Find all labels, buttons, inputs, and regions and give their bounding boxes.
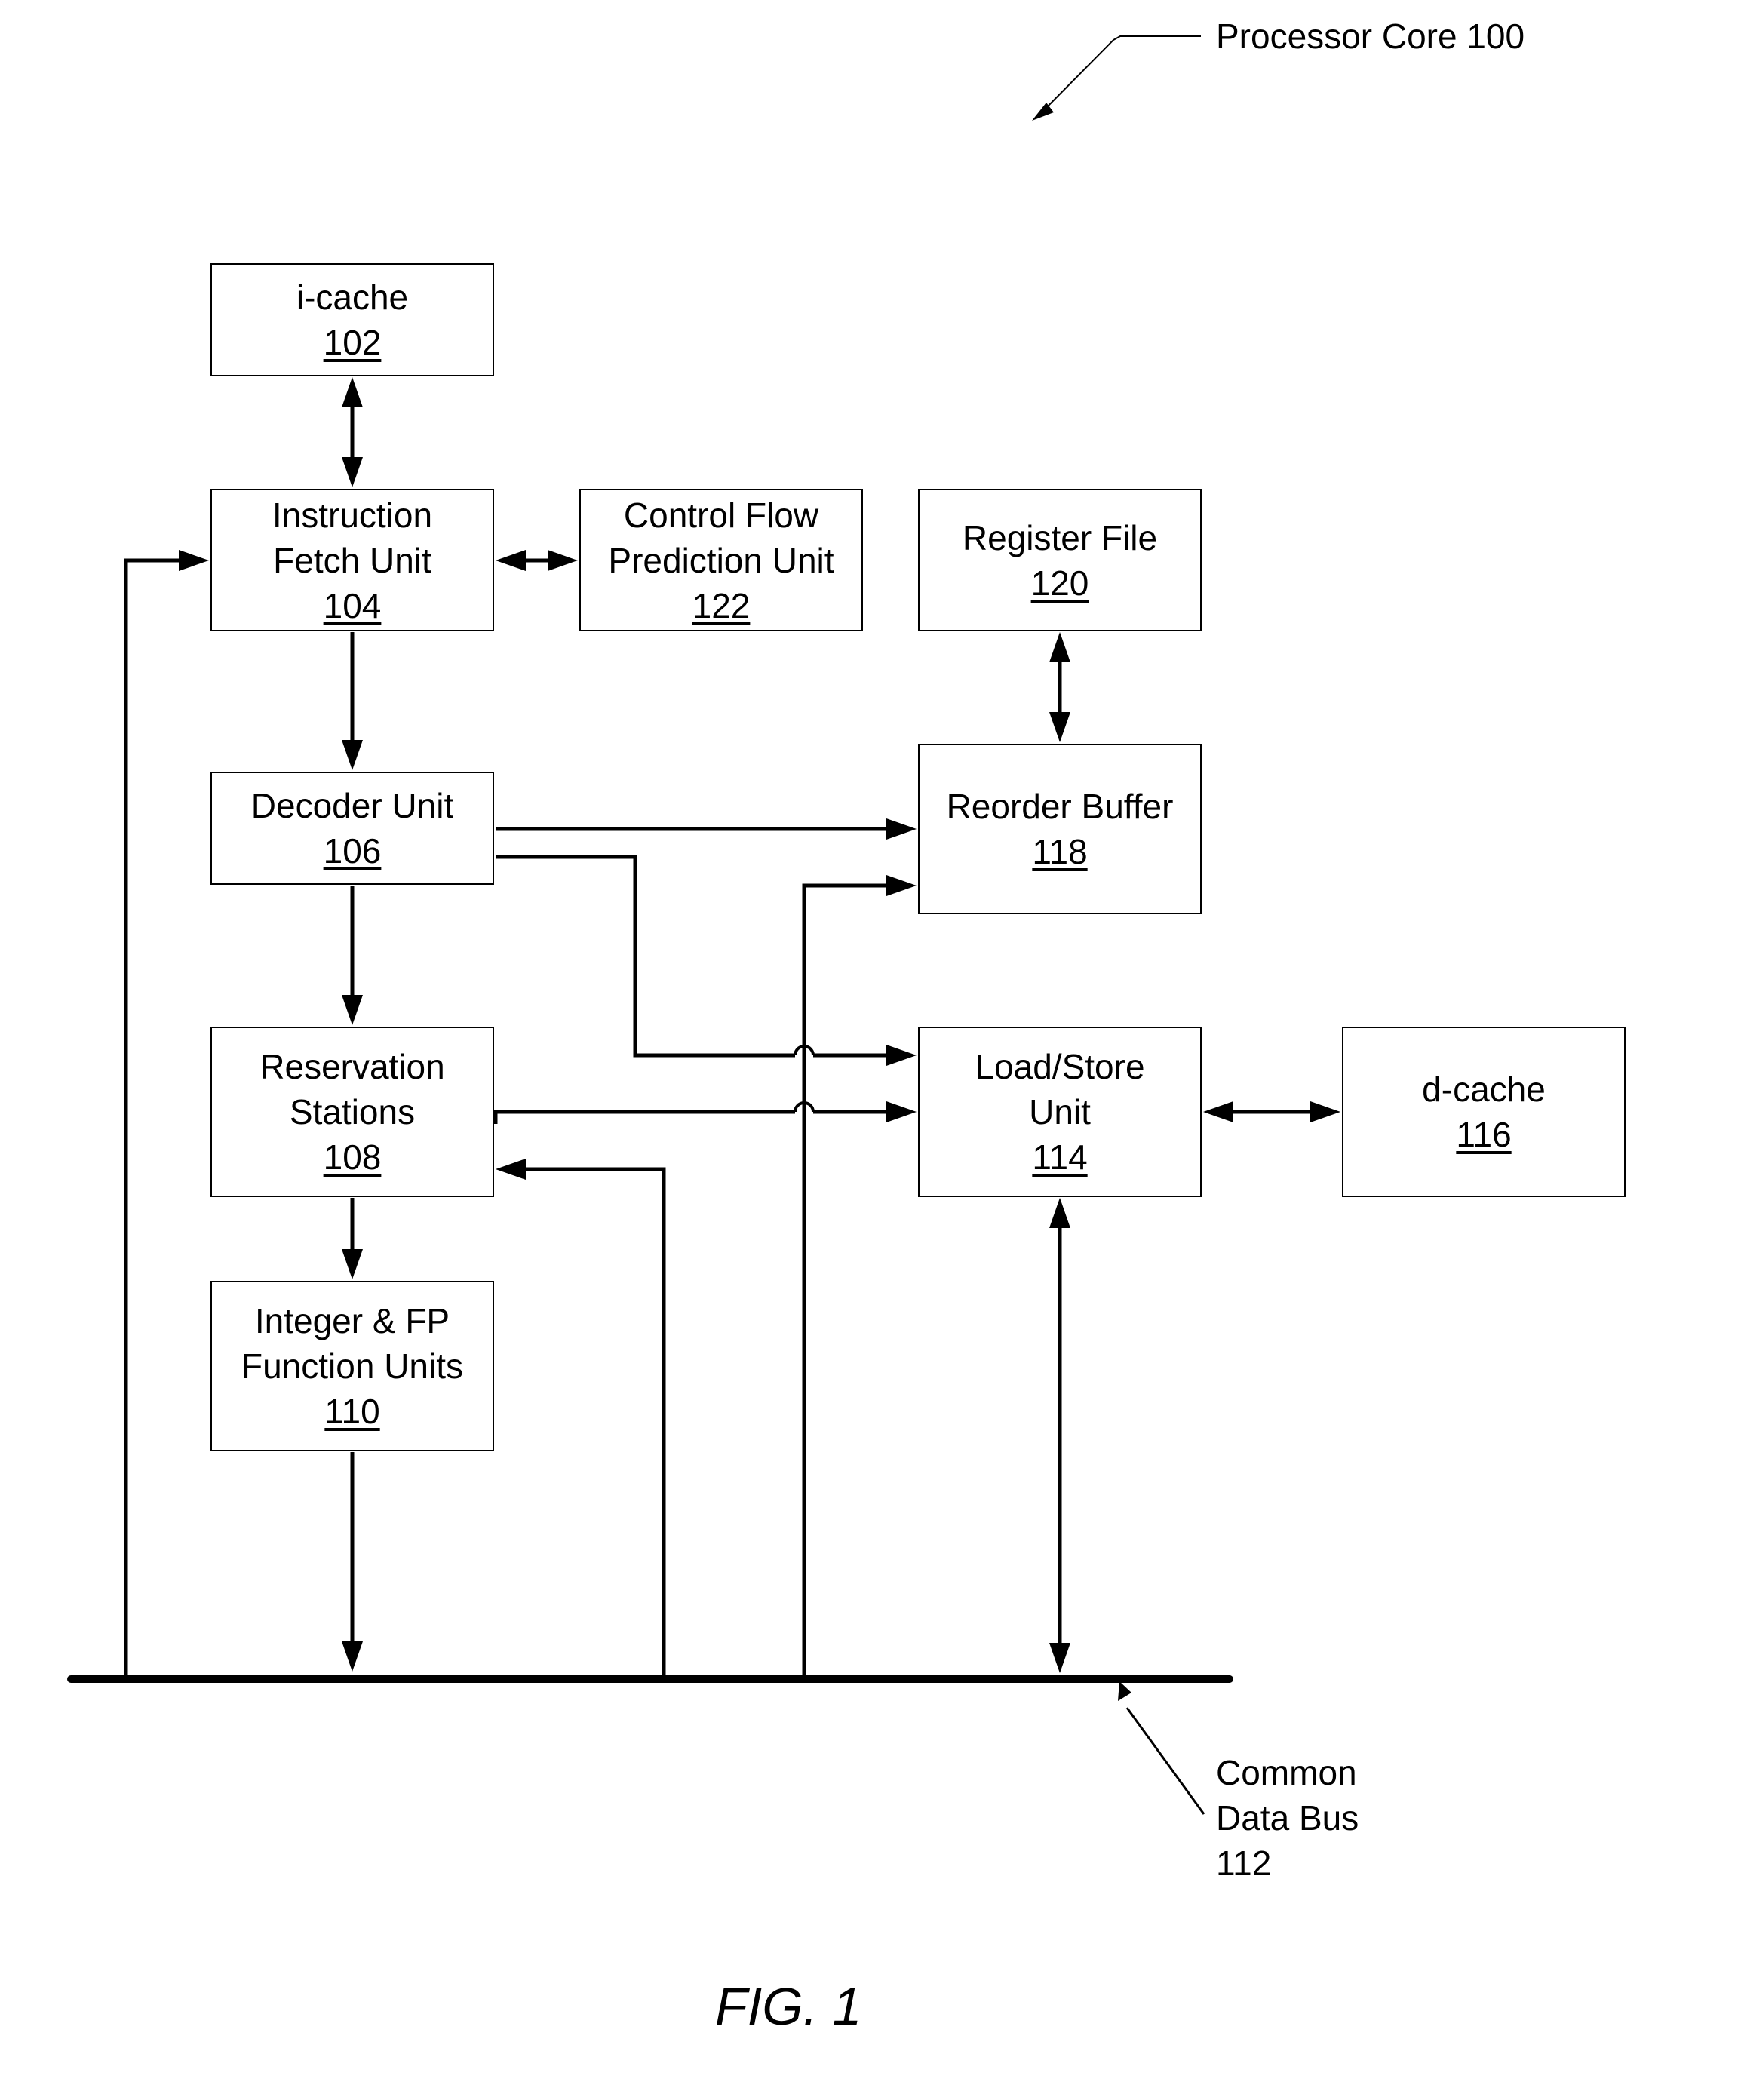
block-reservation-stations: Reservation Stations 108 — [210, 1027, 494, 1197]
common-data-bus-label: Common Data Bus 112 — [1216, 1750, 1359, 1886]
block-integer-fp-function-units: Integer & FP Function Units 110 — [210, 1281, 494, 1451]
block-lsu-name-line2: Unit — [1029, 1092, 1091, 1131]
block-icache-name: i-cache — [296, 278, 409, 317]
bus-label-line3: 112 — [1216, 1844, 1272, 1883]
arrow-decoder-lsu — [496, 855, 917, 1066]
arrow-bus-rob — [802, 875, 917, 1676]
block-rs-ref: 108 — [323, 1138, 382, 1177]
block-rob-name: Reorder Buffer — [946, 787, 1174, 826]
block-intfp-name-line1: Integer & FP — [254, 1301, 450, 1340]
block-decoder-ref: 106 — [323, 831, 382, 870]
block-control-flow-prediction-unit: Control Flow Prediction Unit 122 — [579, 489, 863, 631]
block-lsu-ref: 114 — [1032, 1138, 1088, 1177]
arrow-icache-ifu — [342, 377, 363, 487]
block-ifu-ref: 104 — [323, 585, 382, 625]
block-load-store-unit: Load/Store Unit 114 — [918, 1027, 1202, 1197]
arrow-lsu-bus — [1049, 1198, 1070, 1673]
arrow-ifu-decoder — [342, 632, 363, 770]
processor-core-leader — [1032, 35, 1201, 121]
block-rs-name-line2: Stations — [289, 1092, 416, 1131]
block-intfp-name-line2: Function Units — [241, 1346, 463, 1386]
block-lsu-name-line1: Load/Store — [975, 1047, 1145, 1086]
block-cfpu-name-line1: Control Flow — [623, 495, 819, 535]
block-ifu-name-line2: Fetch Unit — [273, 540, 431, 580]
block-cfpu-ref: 122 — [692, 585, 751, 625]
bus-label-leader — [1118, 1681, 1205, 1815]
block-intfp-ref: 110 — [324, 1392, 380, 1431]
figure-caption: FIG. 1 — [715, 1977, 862, 2036]
arrow-decoder-rs — [342, 886, 363, 1025]
block-register-file: Register File 120 — [918, 489, 1202, 631]
block-cfpu-name-line2: Prediction Unit — [608, 540, 834, 580]
block-icache: i-cache 102 — [210, 263, 494, 376]
block-instruction-fetch-unit: Instruction Fetch Unit 104 — [210, 489, 494, 631]
bus-label-line1: Common — [1216, 1753, 1357, 1792]
arrow-lsu-dcache — [1203, 1101, 1340, 1122]
block-regfile-ref: 120 — [1030, 563, 1089, 603]
arrow-rs-lsu — [493, 1101, 917, 1124]
arrow-bus-rs — [496, 1159, 666, 1676]
block-dcache: d-cache 116 — [1342, 1027, 1626, 1197]
block-icache-ref: 102 — [323, 323, 382, 362]
arrow-rs-intfp — [342, 1198, 363, 1279]
block-ifu-name-line1: Instruction — [272, 495, 433, 535]
arrow-regfile-rob — [1049, 632, 1070, 742]
block-rs-name-line1: Reservation — [259, 1047, 445, 1086]
arrow-bus-ifu — [124, 550, 209, 1676]
arrow-decoder-rob — [496, 818, 917, 840]
bus-label-line2: Data Bus — [1216, 1798, 1359, 1838]
arrow-ifu-cfpu — [496, 550, 578, 571]
block-dcache-name: d-cache — [1422, 1070, 1546, 1109]
block-decoder-unit: Decoder Unit 106 — [210, 772, 494, 885]
block-decoder-name: Decoder Unit — [250, 786, 454, 825]
arrow-intfp-bus — [342, 1452, 363, 1672]
block-regfile-name: Register File — [962, 517, 1158, 557]
block-rob-ref: 118 — [1032, 832, 1088, 871]
block-reorder-buffer: Reorder Buffer 118 — [918, 744, 1202, 914]
processor-core-label: Processor Core 100 — [1216, 17, 1525, 56]
block-dcache-ref: 116 — [1456, 1115, 1512, 1154]
